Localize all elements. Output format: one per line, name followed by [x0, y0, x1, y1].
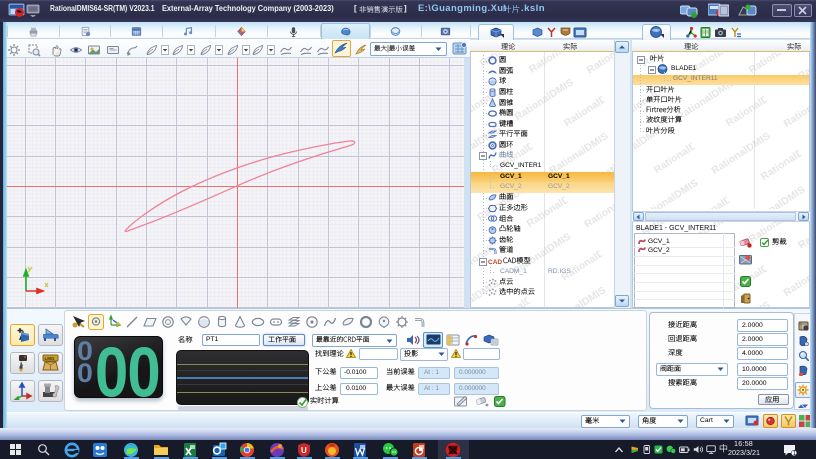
svg-text:U: U	[301, 446, 307, 455]
svg-text:LMG: LMG	[45, 356, 55, 361]
svg-text:CAD: CAD	[488, 259, 502, 266]
